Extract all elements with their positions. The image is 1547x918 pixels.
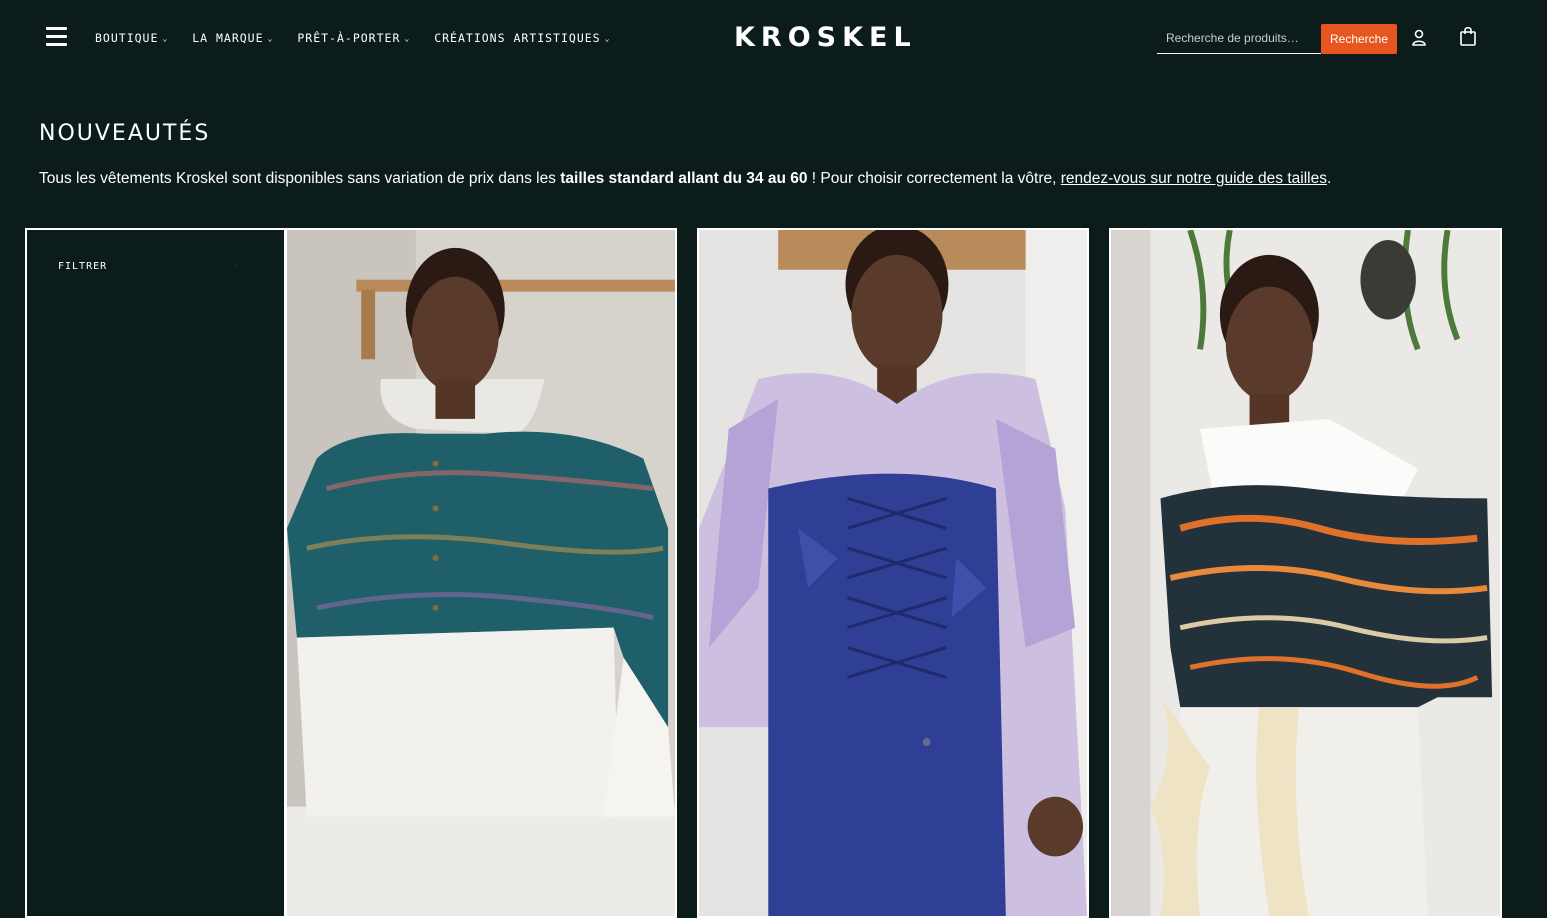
nav-item-boutique[interactable]: BOUTIQUE ⌄ — [95, 31, 168, 45]
product-image-2 — [699, 230, 1087, 916]
nav-item-pret-a-porter[interactable]: PRÊT-À-PORTER ⌄ — [297, 31, 410, 45]
search-button[interactable]: Recherche — [1321, 24, 1397, 54]
site-logo[interactable]: KROSKEL — [734, 22, 917, 54]
search-input[interactable] — [1157, 24, 1321, 52]
main-nav: BOUTIQUE ⌄ LA MARQUE ⌄ PRÊT-À-PORTER ⌄ C… — [95, 31, 634, 45]
page-title: NOUVEAUTÉS — [39, 121, 211, 146]
chevron-down-icon: ⌄ — [162, 33, 169, 43]
shopping-bag-icon[interactable] — [1459, 26, 1477, 46]
hamburger-icon[interactable] — [46, 27, 67, 47]
chevron-down-icon: ⌄ — [404, 33, 411, 43]
nav-item-label: LA MARQUE — [192, 31, 264, 45]
intro-text-bold: tailles standard allant du 34 au 60 — [560, 170, 808, 187]
size-guide-link[interactable]: rendez-vous sur notre guide des tailles — [1061, 170, 1327, 187]
user-icon[interactable] — [1411, 29, 1427, 47]
nav-item-la-marque[interactable]: LA MARQUE ⌄ — [192, 31, 273, 45]
product-image-3 — [1111, 230, 1500, 916]
chevron-down-icon: ⌄ — [267, 33, 274, 43]
product-card-2[interactable] — [697, 228, 1089, 918]
intro-text-end: . — [1326, 170, 1332, 187]
site-header: BOUTIQUE ⌄ LA MARQUE ⌄ PRÊT-À-PORTER ⌄ C… — [0, 0, 1547, 78]
filter-panel: FILTRER › — [25, 228, 285, 918]
nav-item-label: PRÊT-À-PORTER — [297, 31, 401, 45]
nav-item-label: BOUTIQUE — [95, 31, 159, 45]
search-box — [1157, 24, 1321, 54]
nav-item-creations-artistiques[interactable]: CRÉATIONS ARTISTIQUES ⌄ — [434, 31, 610, 45]
product-image-1 — [287, 230, 675, 916]
product-card-3[interactable] — [1109, 228, 1502, 918]
product-card-1[interactable] — [285, 228, 677, 918]
intro-text: Tous les vêtements Kroskel sont disponib… — [39, 170, 1331, 188]
nav-item-label: CRÉATIONS ARTISTIQUES — [434, 31, 601, 45]
filter-toggle[interactable]: FILTRER — [58, 261, 107, 272]
chevron-down-icon: ⌄ — [604, 33, 611, 43]
intro-text-start: Tous les vêtements Kroskel sont disponib… — [39, 170, 561, 187]
chevron-right-icon: › — [235, 261, 239, 271]
intro-text-mid: ! Pour choisir correctement la vôtre, — [807, 170, 1061, 187]
